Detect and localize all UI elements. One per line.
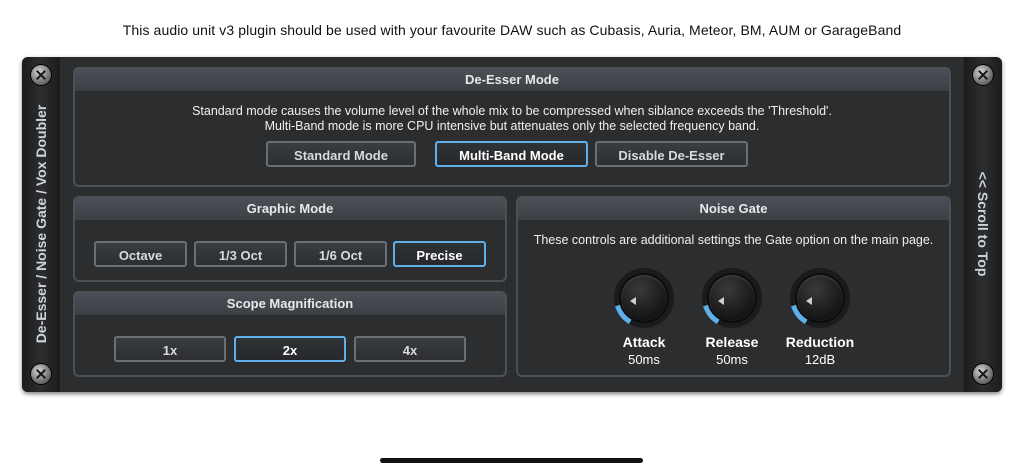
knob-pointer-icon [630, 297, 636, 305]
deesser-description-line1: Standard mode causes the volume level of… [192, 104, 832, 118]
noise-gate-title: Noise Gate [518, 198, 949, 220]
reduction-knob[interactable] [790, 268, 850, 328]
attack-value: 50ms [628, 352, 660, 367]
screw-icon [973, 65, 993, 85]
release-label: Release [705, 334, 759, 350]
deesser-mode-title: De-Esser Mode [75, 69, 949, 91]
knob-pointer-icon [806, 297, 812, 305]
magnification-4x-button[interactable]: 4x [354, 336, 466, 362]
plugin-name-label: De-Esser / Noise Gate / Vox Doubler [33, 104, 49, 344]
release-knob[interactable] [702, 268, 762, 328]
right-side-bar[interactable]: << Scroll to Top [964, 57, 1002, 392]
screw-icon [31, 65, 51, 85]
scope-magnification-panel: Scope Magnification 1x 2x 4x [73, 291, 507, 377]
plugin-panel: De-Esser / Noise Gate / Vox Doubler De-E… [22, 57, 1002, 392]
scope-magnification-title: Scope Magnification [75, 293, 505, 315]
knob-pointer-icon [718, 297, 724, 305]
magnification-2x-button[interactable]: 2x [234, 336, 346, 362]
left-side-bar: De-Esser / Noise Gate / Vox Doubler [22, 57, 60, 392]
screw-icon [973, 364, 993, 384]
precise-button[interactable]: Precise [393, 241, 486, 267]
screw-icon [31, 364, 51, 384]
deesser-mode-panel: De-Esser Mode Standard mode causes the v… [73, 67, 951, 187]
magnification-1x-button[interactable]: 1x [114, 336, 226, 362]
main-area: De-Esser Mode Standard mode causes the v… [60, 57, 964, 392]
sixth-octave-button[interactable]: 1/6 Oct [294, 241, 387, 267]
disable-deesser-button[interactable]: Disable De-Esser [595, 141, 748, 167]
standard-mode-button[interactable]: Standard Mode [266, 141, 416, 167]
third-octave-button[interactable]: 1/3 Oct [194, 241, 287, 267]
graphic-mode-title: Graphic Mode [75, 198, 505, 220]
octave-button[interactable]: Octave [94, 241, 187, 267]
scroll-to-top-link[interactable]: << Scroll to Top [975, 172, 991, 277]
attack-knob[interactable] [614, 268, 674, 328]
top-caption: This audio unit v3 plugin should be used… [122, 22, 902, 38]
deesser-description-line2: Multi-Band mode is more CPU intensive bu… [264, 119, 760, 133]
home-indicator [380, 458, 643, 463]
multi-band-mode-button[interactable]: Multi-Band Mode [435, 141, 588, 167]
release-value: 50ms [716, 352, 748, 367]
graphic-mode-panel: Graphic Mode Octave 1/3 Oct 1/6 Oct Prec… [73, 196, 507, 282]
reduction-value: 12dB [804, 352, 836, 367]
reduction-label: Reduction [785, 334, 855, 350]
noise-gate-description: These controls are additional settings t… [533, 233, 934, 247]
noise-gate-panel: Noise Gate These controls are additional… [516, 196, 951, 377]
attack-label: Attack [622, 334, 666, 350]
